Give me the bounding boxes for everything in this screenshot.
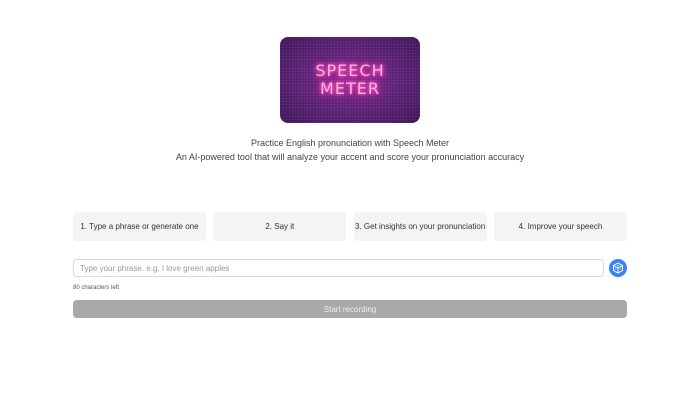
step-improve-speech: 4. Improve your speech xyxy=(493,212,627,241)
dice-icon xyxy=(613,262,623,274)
logo-text-line1: SPEECH xyxy=(315,61,385,80)
tagline-subtitle: An AI-powered tool that will analyze you… xyxy=(175,152,525,162)
steps-row: 1. Type a phrase or generate one 2. Say … xyxy=(73,212,627,241)
step-get-insights: 3. Get insights on your pronunciation xyxy=(353,212,487,241)
step-type-phrase: 1. Type a phrase or generate one xyxy=(73,212,206,241)
logo-text-line2: METER xyxy=(320,79,380,98)
step-say-it: 2. Say it xyxy=(213,212,347,241)
tagline-title: Practice English pronunciation with Spee… xyxy=(250,138,450,148)
characters-left-counter: 80 characters left xyxy=(73,285,120,291)
start-recording-button[interactable]: Start recording xyxy=(73,300,627,318)
generate-phrase-button[interactable] xyxy=(609,259,627,277)
phrase-input[interactable] xyxy=(73,259,604,277)
speech-meter-logo: SPEECH METER xyxy=(280,37,420,123)
